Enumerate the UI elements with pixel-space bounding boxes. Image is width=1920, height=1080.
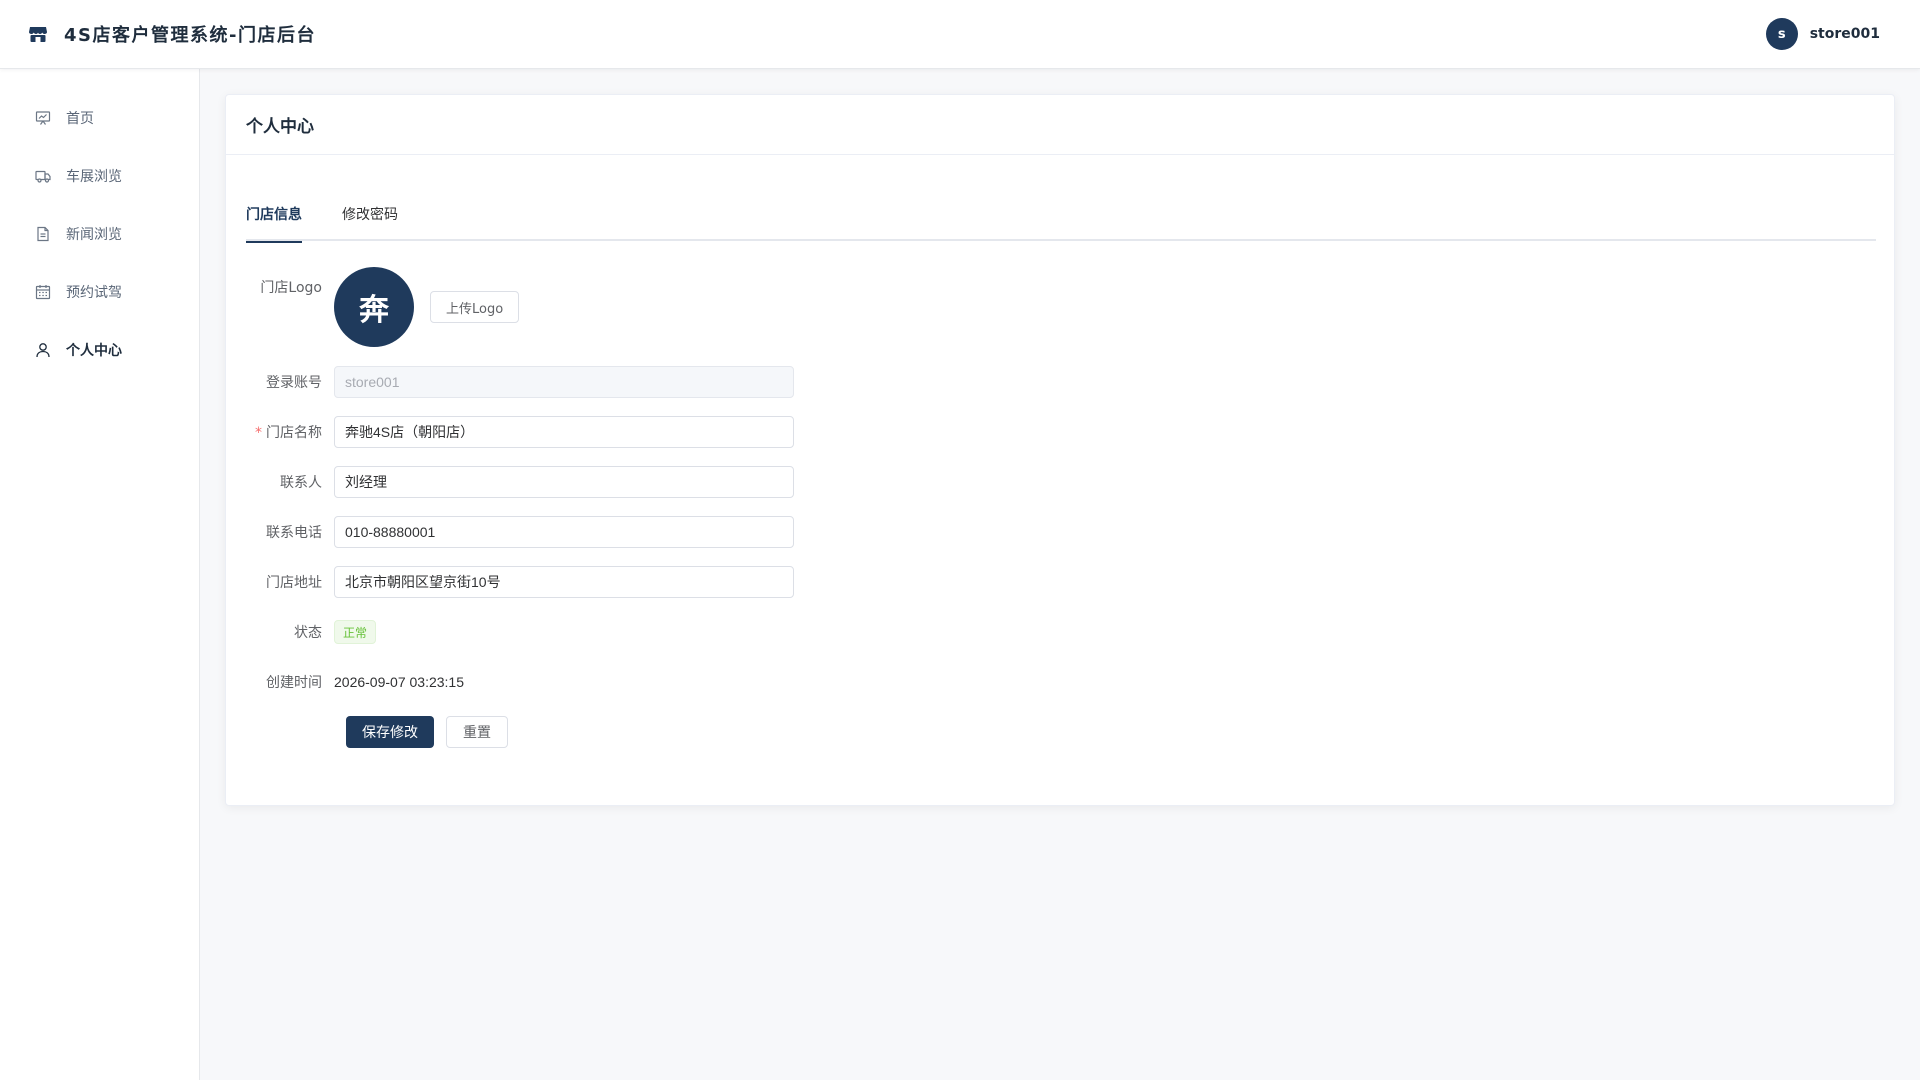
sidebar-item-profile[interactable]: 个人中心 xyxy=(0,321,199,379)
upload-logo-button[interactable]: 上传Logo xyxy=(430,291,520,323)
tabs: 门店信息 修改密码 xyxy=(246,201,1876,243)
avatar[interactable]: s xyxy=(1765,18,1798,50)
store-name-label: 门店名称 xyxy=(266,425,322,441)
sidebar-item-news[interactable]: 新闻浏览 xyxy=(0,205,199,263)
form-row-account: 登录账号 xyxy=(226,366,794,398)
app-title: 4S店客户管理系统-门店后台 xyxy=(64,25,316,46)
sidebar-item-label: 预约试驾 xyxy=(66,285,122,301)
user-icon xyxy=(34,341,52,359)
sidebar-item-label: 新闻浏览 xyxy=(66,227,122,243)
user-name[interactable]: store001 xyxy=(1810,26,1880,42)
store-name-label-wrap: * 门店名称 xyxy=(226,422,334,442)
logo-label: 门店Logo xyxy=(260,280,322,296)
form-row-created: 创建时间 2026-09-07 03:23:15 xyxy=(226,666,464,698)
account-input xyxy=(334,366,794,398)
sidebar-item-label: 首页 xyxy=(66,111,94,127)
status-label: 状态 xyxy=(294,625,322,641)
profile-card: 个人中心 门店信息 修改密码 门店Logo 奔 上传Logo 登录账号 *门店名… xyxy=(225,94,1895,806)
user-menu[interactable]: s store001 xyxy=(1765,18,1880,50)
created-time: 2026-09-07 03:23:15 xyxy=(334,674,464,690)
form-row-logo: 门店Logo 奔 上传Logo xyxy=(226,267,520,347)
tab-change-password[interactable]: 修改密码 xyxy=(342,201,398,241)
contact-label: 联系人 xyxy=(280,475,322,491)
store-logo: 奔 xyxy=(334,267,414,347)
card-header: 个人中心 xyxy=(226,95,1894,155)
reset-button[interactable]: 重置 xyxy=(446,716,508,748)
sidebar-item-car-shows[interactable]: 车展浏览 xyxy=(0,147,199,205)
account-label: 登录账号 xyxy=(266,375,322,391)
status-badge: 正常 xyxy=(334,620,377,644)
form-row-phone: 联系电话 xyxy=(226,516,794,548)
contact-input[interactable] xyxy=(334,466,794,498)
document-icon xyxy=(34,225,52,243)
created-label: 创建时间 xyxy=(266,675,322,691)
sidebar-item-home[interactable]: 首页 xyxy=(0,89,199,147)
required-mark: * xyxy=(255,425,262,441)
form-row-store-name: * 门店名称 xyxy=(226,416,794,448)
page-title: 个人中心 xyxy=(246,117,314,137)
sidebar-item-test-drive[interactable]: 预约试驾 xyxy=(0,263,199,321)
truck-icon xyxy=(34,167,52,185)
address-input[interactable] xyxy=(334,566,794,598)
form-actions: 保存修改 重置 xyxy=(346,716,508,748)
sidebar-item-label: 车展浏览 xyxy=(66,169,122,185)
tab-store-info[interactable]: 门店信息 xyxy=(246,201,302,243)
phone-label: 联系电话 xyxy=(266,525,322,541)
store-icon xyxy=(28,24,48,44)
sidebar: 首页 车展浏览 新闻浏览 预约试驾 个人中心 xyxy=(0,69,200,1080)
form-row-contact: 联系人 xyxy=(226,466,794,498)
store-name-input[interactable] xyxy=(334,416,794,448)
form-row-address: 门店地址 xyxy=(226,566,794,598)
form-row-status: 状态 正常 xyxy=(226,616,377,648)
brand: 4S店客户管理系统-门店后台 xyxy=(28,21,316,47)
presentation-chart-icon xyxy=(34,109,52,127)
top-header: 4S店客户管理系统-门店后台 s store001 xyxy=(0,0,1920,69)
calendar-icon xyxy=(34,283,52,301)
phone-input[interactable] xyxy=(334,516,794,548)
save-button[interactable]: 保存修改 xyxy=(346,716,434,748)
address-label: 门店地址 xyxy=(266,575,322,591)
sidebar-item-label: 个人中心 xyxy=(66,343,122,359)
